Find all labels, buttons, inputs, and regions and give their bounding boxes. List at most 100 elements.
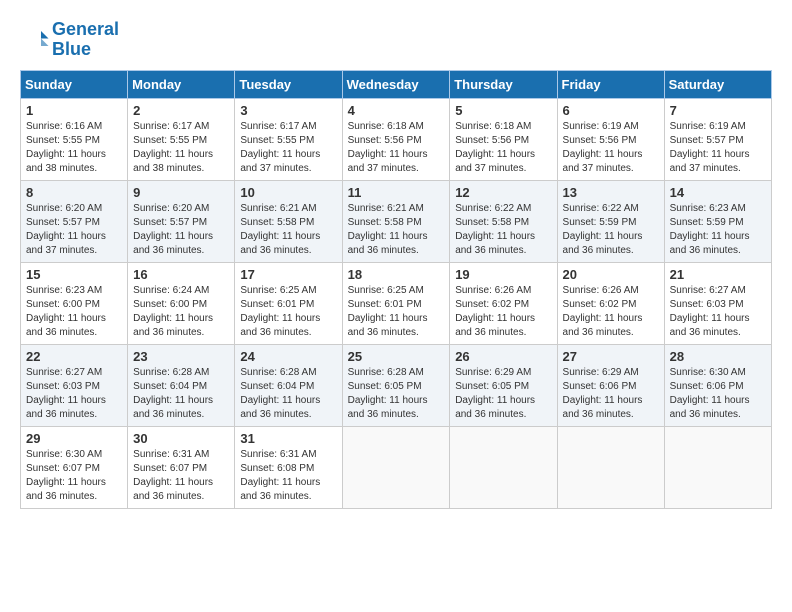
day-number: 28 xyxy=(670,349,766,364)
day-info: Sunrise: 6:28 AM Sunset: 6:04 PM Dayligh… xyxy=(240,366,336,422)
day-number: 21 xyxy=(670,267,766,282)
day-number: 27 xyxy=(563,349,659,364)
day-info: Sunrise: 6:17 AM Sunset: 5:55 PM Dayligh… xyxy=(133,120,229,176)
table-row: 20 Sunrise: 6:26 AM Sunset: 6:02 PM Dayl… xyxy=(557,262,664,344)
col-saturday: Saturday xyxy=(664,70,771,98)
col-monday: Monday xyxy=(128,70,235,98)
day-number: 30 xyxy=(133,431,229,446)
day-number: 14 xyxy=(670,185,766,200)
day-info: Sunrise: 6:30 AM Sunset: 6:07 PM Dayligh… xyxy=(26,448,122,504)
week-row-1: 1 Sunrise: 6:16 AM Sunset: 5:55 PM Dayli… xyxy=(21,98,772,180)
day-info: Sunrise: 6:21 AM Sunset: 5:58 PM Dayligh… xyxy=(348,202,445,258)
col-tuesday: Tuesday xyxy=(235,70,342,98)
table-row: 1 Sunrise: 6:16 AM Sunset: 5:55 PM Dayli… xyxy=(21,98,128,180)
week-row-4: 22 Sunrise: 6:27 AM Sunset: 6:03 PM Dayl… xyxy=(21,344,772,426)
day-info: Sunrise: 6:31 AM Sunset: 6:07 PM Dayligh… xyxy=(133,448,229,504)
calendar-table: Sunday Monday Tuesday Wednesday Thursday… xyxy=(20,70,772,509)
table-row: 2 Sunrise: 6:17 AM Sunset: 5:55 PM Dayli… xyxy=(128,98,235,180)
day-info: Sunrise: 6:28 AM Sunset: 6:05 PM Dayligh… xyxy=(348,366,445,422)
day-number: 10 xyxy=(240,185,336,200)
day-info: Sunrise: 6:26 AM Sunset: 6:02 PM Dayligh… xyxy=(455,284,551,340)
empty-cell xyxy=(342,426,450,508)
table-row: 13 Sunrise: 6:22 AM Sunset: 5:59 PM Dayl… xyxy=(557,180,664,262)
table-row: 11 Sunrise: 6:21 AM Sunset: 5:58 PM Dayl… xyxy=(342,180,450,262)
table-row: 9 Sunrise: 6:20 AM Sunset: 5:57 PM Dayli… xyxy=(128,180,235,262)
day-info: Sunrise: 6:19 AM Sunset: 5:56 PM Dayligh… xyxy=(563,120,659,176)
day-info: Sunrise: 6:31 AM Sunset: 6:08 PM Dayligh… xyxy=(240,448,336,504)
day-info: Sunrise: 6:18 AM Sunset: 5:56 PM Dayligh… xyxy=(455,120,551,176)
table-row: 14 Sunrise: 6:23 AM Sunset: 5:59 PM Dayl… xyxy=(664,180,771,262)
day-number: 26 xyxy=(455,349,551,364)
table-row: 25 Sunrise: 6:28 AM Sunset: 6:05 PM Dayl… xyxy=(342,344,450,426)
logo: General Blue xyxy=(20,20,119,60)
col-thursday: Thursday xyxy=(450,70,557,98)
day-info: Sunrise: 6:26 AM Sunset: 6:02 PM Dayligh… xyxy=(563,284,659,340)
day-info: Sunrise: 6:27 AM Sunset: 6:03 PM Dayligh… xyxy=(670,284,766,340)
day-info: Sunrise: 6:20 AM Sunset: 5:57 PM Dayligh… xyxy=(133,202,229,258)
table-row: 4 Sunrise: 6:18 AM Sunset: 5:56 PM Dayli… xyxy=(342,98,450,180)
week-row-5: 29 Sunrise: 6:30 AM Sunset: 6:07 PM Dayl… xyxy=(21,426,772,508)
day-number: 1 xyxy=(26,103,122,118)
day-info: Sunrise: 6:23 AM Sunset: 6:00 PM Dayligh… xyxy=(26,284,122,340)
day-number: 17 xyxy=(240,267,336,282)
day-info: Sunrise: 6:25 AM Sunset: 6:01 PM Dayligh… xyxy=(240,284,336,340)
day-number: 13 xyxy=(563,185,659,200)
day-number: 31 xyxy=(240,431,336,446)
col-sunday: Sunday xyxy=(21,70,128,98)
logo-text: General Blue xyxy=(52,20,119,60)
day-info: Sunrise: 6:27 AM Sunset: 6:03 PM Dayligh… xyxy=(26,366,122,422)
day-info: Sunrise: 6:18 AM Sunset: 5:56 PM Dayligh… xyxy=(348,120,445,176)
day-number: 4 xyxy=(348,103,445,118)
day-number: 11 xyxy=(348,185,445,200)
table-row: 5 Sunrise: 6:18 AM Sunset: 5:56 PM Dayli… xyxy=(450,98,557,180)
day-info: Sunrise: 6:21 AM Sunset: 5:58 PM Dayligh… xyxy=(240,202,336,258)
table-row: 8 Sunrise: 6:20 AM Sunset: 5:57 PM Dayli… xyxy=(21,180,128,262)
day-number: 15 xyxy=(26,267,122,282)
table-row: 7 Sunrise: 6:19 AM Sunset: 5:57 PM Dayli… xyxy=(664,98,771,180)
week-row-2: 8 Sunrise: 6:20 AM Sunset: 5:57 PM Dayli… xyxy=(21,180,772,262)
table-row: 29 Sunrise: 6:30 AM Sunset: 6:07 PM Dayl… xyxy=(21,426,128,508)
day-info: Sunrise: 6:17 AM Sunset: 5:55 PM Dayligh… xyxy=(240,120,336,176)
day-number: 6 xyxy=(563,103,659,118)
day-number: 19 xyxy=(455,267,551,282)
empty-cell xyxy=(450,426,557,508)
table-row: 19 Sunrise: 6:26 AM Sunset: 6:02 PM Dayl… xyxy=(450,262,557,344)
day-number: 7 xyxy=(670,103,766,118)
logo-icon xyxy=(20,25,50,55)
day-number: 8 xyxy=(26,185,122,200)
table-row: 15 Sunrise: 6:23 AM Sunset: 6:00 PM Dayl… xyxy=(21,262,128,344)
table-row: 21 Sunrise: 6:27 AM Sunset: 6:03 PM Dayl… xyxy=(664,262,771,344)
table-row: 26 Sunrise: 6:29 AM Sunset: 6:05 PM Dayl… xyxy=(450,344,557,426)
table-row: 22 Sunrise: 6:27 AM Sunset: 6:03 PM Dayl… xyxy=(21,344,128,426)
table-row: 30 Sunrise: 6:31 AM Sunset: 6:07 PM Dayl… xyxy=(128,426,235,508)
day-info: Sunrise: 6:29 AM Sunset: 6:06 PM Dayligh… xyxy=(563,366,659,422)
table-row: 31 Sunrise: 6:31 AM Sunset: 6:08 PM Dayl… xyxy=(235,426,342,508)
day-number: 24 xyxy=(240,349,336,364)
day-number: 22 xyxy=(26,349,122,364)
day-number: 16 xyxy=(133,267,229,282)
day-info: Sunrise: 6:19 AM Sunset: 5:57 PM Dayligh… xyxy=(670,120,766,176)
day-number: 18 xyxy=(348,267,445,282)
day-info: Sunrise: 6:23 AM Sunset: 5:59 PM Dayligh… xyxy=(670,202,766,258)
day-info: Sunrise: 6:25 AM Sunset: 6:01 PM Dayligh… xyxy=(348,284,445,340)
day-number: 29 xyxy=(26,431,122,446)
empty-cell xyxy=(557,426,664,508)
day-info: Sunrise: 6:22 AM Sunset: 5:58 PM Dayligh… xyxy=(455,202,551,258)
day-info: Sunrise: 6:20 AM Sunset: 5:57 PM Dayligh… xyxy=(26,202,122,258)
col-friday: Friday xyxy=(557,70,664,98)
day-info: Sunrise: 6:22 AM Sunset: 5:59 PM Dayligh… xyxy=(563,202,659,258)
day-info: Sunrise: 6:29 AM Sunset: 6:05 PM Dayligh… xyxy=(455,366,551,422)
table-row: 10 Sunrise: 6:21 AM Sunset: 5:58 PM Dayl… xyxy=(235,180,342,262)
table-row: 17 Sunrise: 6:25 AM Sunset: 6:01 PM Dayl… xyxy=(235,262,342,344)
day-number: 9 xyxy=(133,185,229,200)
day-info: Sunrise: 6:28 AM Sunset: 6:04 PM Dayligh… xyxy=(133,366,229,422)
table-row: 28 Sunrise: 6:30 AM Sunset: 6:06 PM Dayl… xyxy=(664,344,771,426)
day-number: 25 xyxy=(348,349,445,364)
table-row: 16 Sunrise: 6:24 AM Sunset: 6:00 PM Dayl… xyxy=(128,262,235,344)
table-row: 18 Sunrise: 6:25 AM Sunset: 6:01 PM Dayl… xyxy=(342,262,450,344)
day-number: 2 xyxy=(133,103,229,118)
week-row-3: 15 Sunrise: 6:23 AM Sunset: 6:00 PM Dayl… xyxy=(21,262,772,344)
day-info: Sunrise: 6:24 AM Sunset: 6:00 PM Dayligh… xyxy=(133,284,229,340)
day-number: 5 xyxy=(455,103,551,118)
table-row: 27 Sunrise: 6:29 AM Sunset: 6:06 PM Dayl… xyxy=(557,344,664,426)
